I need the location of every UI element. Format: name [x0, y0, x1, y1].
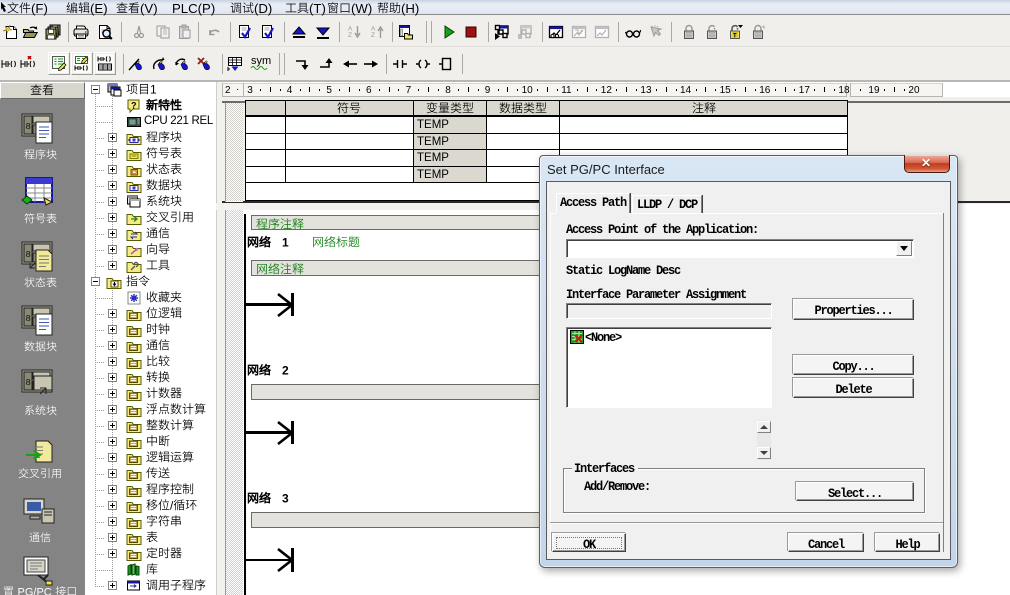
svg-text:?: ? [131, 100, 137, 110]
svg-text:3: 3 [282, 491, 289, 505]
svg-text:(W): (W) [351, 1, 372, 16]
svg-text:(E): (E) [90, 1, 108, 16]
svg-text:1: 1 [282, 235, 289, 249]
svg-text:8: 8 [26, 250, 31, 260]
svg-text:(F): (F) [31, 1, 48, 16]
svg-text:(H): (H) [401, 1, 419, 16]
svg-text:/: / [170, 499, 174, 513]
svg-text:8: 8 [26, 314, 31, 324]
svg-text:(V): (V) [140, 1, 158, 16]
svg-text:T: T [733, 34, 737, 40]
svg-text:(T): (T) [309, 1, 326, 16]
svg-text:PLC(P): PLC(P) [172, 1, 215, 16]
svg-text:PG/PC: PG/PC [17, 586, 51, 595]
svg-text:2: 2 [282, 363, 289, 377]
svg-text:sym: sym [251, 55, 271, 67]
svg-text:(D): (D) [254, 1, 272, 16]
svg-text:8: 8 [26, 378, 31, 388]
svg-text:Z: Z [371, 32, 375, 39]
svg-text:1: 1 [150, 83, 157, 97]
svg-text:Z: Z [348, 32, 352, 39]
svg-text:8: 8 [26, 122, 31, 132]
